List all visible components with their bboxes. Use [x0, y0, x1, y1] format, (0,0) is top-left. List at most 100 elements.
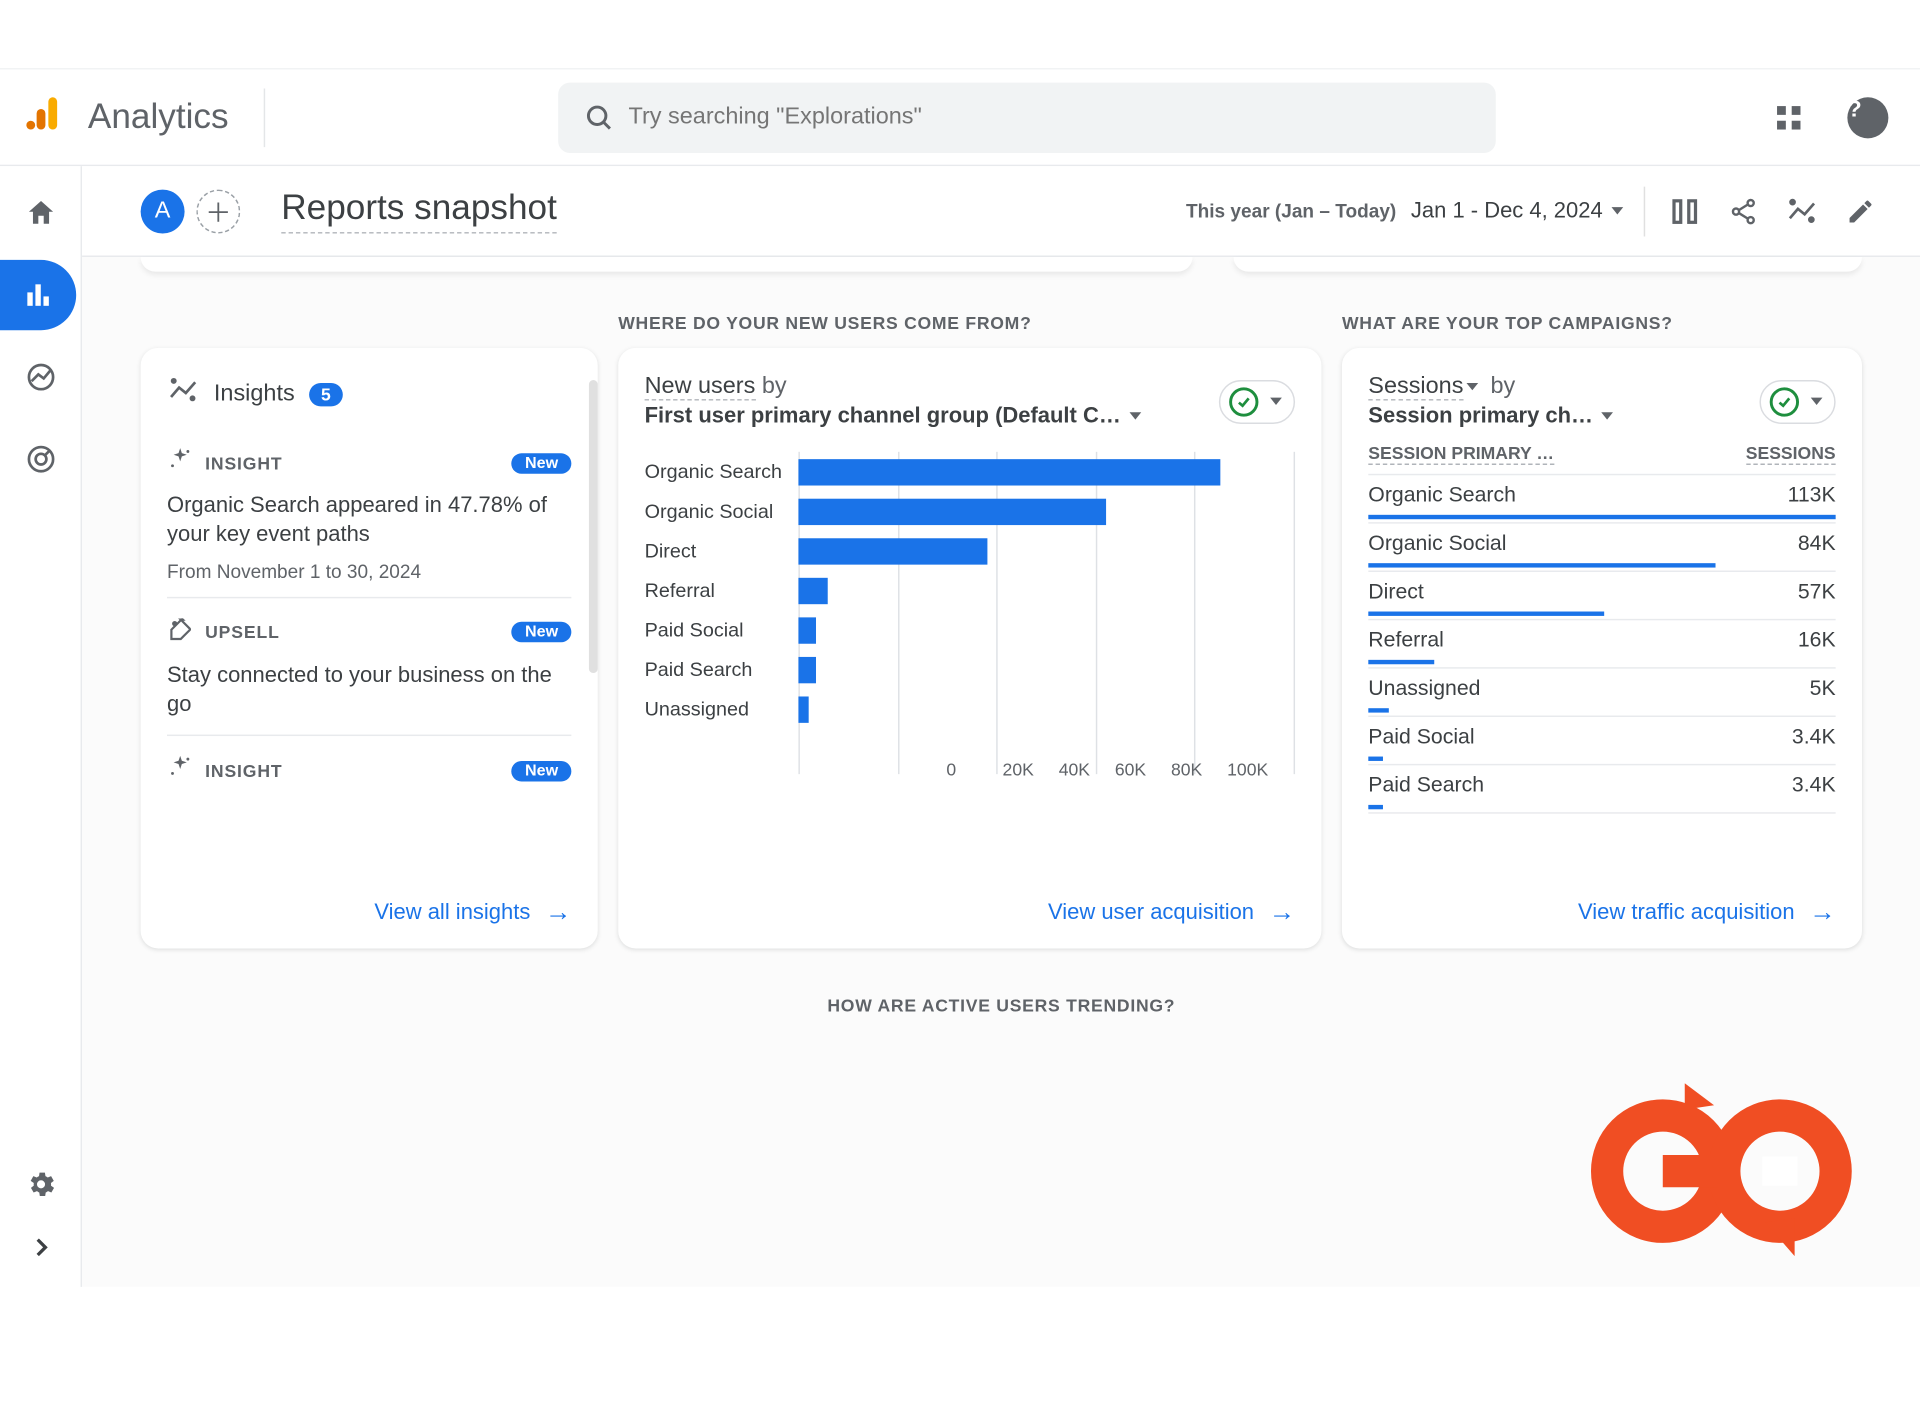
session-count: 5K: [1810, 677, 1836, 700]
help-icon: ?: [1847, 97, 1888, 138]
bar-row: [798, 491, 1295, 531]
edit-icon[interactable]: [1836, 186, 1886, 236]
session-channel: Paid Search: [1368, 774, 1792, 797]
insights-scrollbar[interactable]: [589, 380, 598, 673]
section-campaigns-label: WHAT ARE YOUR TOP CAMPAIGNS?: [1342, 313, 1862, 334]
header-action-icons: [1644, 186, 1886, 236]
trending-section-label: HOW ARE ACTIVE USERS TRENDING?: [82, 995, 1920, 1016]
session-channel: Unassigned: [1368, 677, 1809, 700]
session-minibar: [1368, 563, 1715, 567]
section-labels: WHERE DO YOUR NEW USERS COME FROM? WHAT …: [82, 272, 1920, 348]
bar-row: [798, 650, 1295, 690]
insight-item[interactable]: INSIGHTNewOrganic Search appeared in 47.…: [167, 428, 571, 596]
sidebar-explore[interactable]: [5, 342, 75, 412]
new-badge: New: [512, 760, 572, 781]
table-row[interactable]: Unassigned5K: [1368, 669, 1835, 717]
table-row[interactable]: Organic Search113K: [1368, 475, 1835, 523]
chart-dimension: First user primary channel group (Defaul…: [645, 403, 1121, 428]
bar-chart: Organic SearchOrganic SocialDirectReferr…: [645, 452, 1295, 774]
tag-icon: [167, 615, 193, 649]
session-minibar: [1368, 660, 1434, 664]
session-count: 84K: [1798, 532, 1836, 555]
sidebar-home[interactable]: [5, 178, 75, 248]
bar: [798, 656, 815, 682]
sessions-col1-header: SESSION PRIMARY …: [1368, 443, 1554, 465]
content: A ＋ Reports snapshot This year (Jan – To…: [82, 166, 1920, 1287]
chevron-down-icon: [1811, 398, 1823, 405]
sidebar-advertising[interactable]: [5, 424, 75, 494]
bar-row: [798, 531, 1295, 571]
bar-row: [798, 570, 1295, 610]
insight-item[interactable]: UPSELLNewStay connected to your business…: [167, 596, 571, 734]
session-channel: Organic Social: [1368, 532, 1798, 555]
add-comparison-button[interactable]: ＋: [196, 189, 240, 233]
sparkle-icon: [167, 446, 193, 480]
sidebar-expand[interactable]: [5, 1225, 75, 1269]
sessions-status-dropdown[interactable]: [1759, 379, 1835, 423]
help-button[interactable]: ?: [1839, 88, 1898, 147]
account-avatar[interactable]: A: [141, 189, 185, 233]
chart-metric[interactable]: New users: [645, 374, 756, 400]
sessions-dimension: Session primary ch…: [1368, 403, 1593, 428]
table-row[interactable]: Paid Search3.4K: [1368, 765, 1835, 813]
share-icon[interactable]: [1718, 186, 1768, 236]
chart-by-word: by: [762, 374, 787, 399]
chevron-down-icon: [1612, 207, 1624, 214]
link-text: View traffic acquisition: [1578, 900, 1795, 925]
apps-icon[interactable]: [1759, 88, 1818, 147]
view-traffic-acquisition-link[interactable]: View traffic acquisition: [1578, 897, 1836, 928]
bar: [798, 498, 1106, 524]
table-row[interactable]: Referral16K: [1368, 620, 1835, 668]
search-box[interactable]: [558, 82, 1496, 152]
date-range-picker[interactable]: Jan 1 - Dec 4, 2024: [1411, 198, 1623, 223]
bar: [798, 617, 815, 643]
compare-icon[interactable]: [1660, 186, 1710, 236]
insight-tag: INSIGHT: [205, 453, 282, 474]
insight-item[interactable]: INSIGHTNew: [167, 735, 571, 802]
cards-row: Insights 5 INSIGHTNewOrganic Search appe…: [82, 348, 1920, 949]
insights-count-badge: 5: [309, 382, 342, 405]
date-range-value-text: Jan 1 - Dec 4, 2024: [1411, 198, 1603, 223]
session-minibar: [1368, 757, 1382, 761]
new-users-card: New users by First user primary channel …: [618, 348, 1321, 949]
new-badge: New: [512, 622, 572, 643]
session-channel: Referral: [1368, 629, 1798, 652]
bar-label: Direct: [645, 531, 799, 571]
check-circle-icon: [1229, 387, 1258, 416]
insight-subtext: From November 1 to 30, 2024: [167, 560, 571, 582]
table-row[interactable]: Organic Social84K: [1368, 524, 1835, 572]
sidebar-settings[interactable]: [5, 1149, 75, 1219]
sessions-col2-header: SESSIONS: [1746, 443, 1836, 465]
analytics-logo-icon: [23, 94, 61, 139]
section-new-users-label: WHERE DO YOUR NEW USERS COME FROM?: [618, 313, 1321, 334]
sidebar-reports[interactable]: [0, 260, 75, 330]
table-row[interactable]: Direct57K: [1368, 572, 1835, 620]
check-circle-icon: [1770, 387, 1799, 416]
brand: Analytics: [23, 88, 265, 147]
view-all-insights-link[interactable]: View all insights: [374, 897, 571, 928]
insights-list: INSIGHTNewOrganic Search appeared in 47.…: [167, 428, 571, 802]
search-input[interactable]: [629, 104, 1485, 130]
chart-status-dropdown[interactable]: [1219, 379, 1295, 423]
chevron-down-icon: [1270, 398, 1282, 405]
date-range-label: This year (Jan – Today): [1186, 200, 1396, 222]
bar-row: [798, 689, 1295, 729]
previous-row-card-edges: [82, 257, 1920, 272]
session-count: 113K: [1788, 484, 1836, 507]
sessions-metric[interactable]: Sessions: [1368, 374, 1463, 400]
bar: [798, 458, 1220, 484]
session-minibar: [1368, 805, 1382, 809]
bar: [798, 538, 987, 564]
view-user-acquisition-link[interactable]: View user acquisition: [1048, 897, 1295, 928]
link-text: View all insights: [374, 900, 530, 925]
table-row[interactable]: Paid Social3.4K: [1368, 717, 1835, 765]
session-channel: Paid Social: [1368, 726, 1792, 749]
bar-row: [798, 452, 1295, 492]
session-count: 16K: [1798, 629, 1836, 652]
chart-dimension-dropdown[interactable]: First user primary channel group (Defaul…: [645, 403, 1142, 428]
sessions-dimension-dropdown[interactable]: Session primary ch…: [1368, 403, 1613, 428]
insights-spark-icon[interactable]: [1777, 186, 1827, 236]
bar-label: Organic Social: [645, 491, 799, 531]
chevron-down-icon: [1466, 383, 1478, 390]
sparkle-icon: [167, 754, 193, 788]
